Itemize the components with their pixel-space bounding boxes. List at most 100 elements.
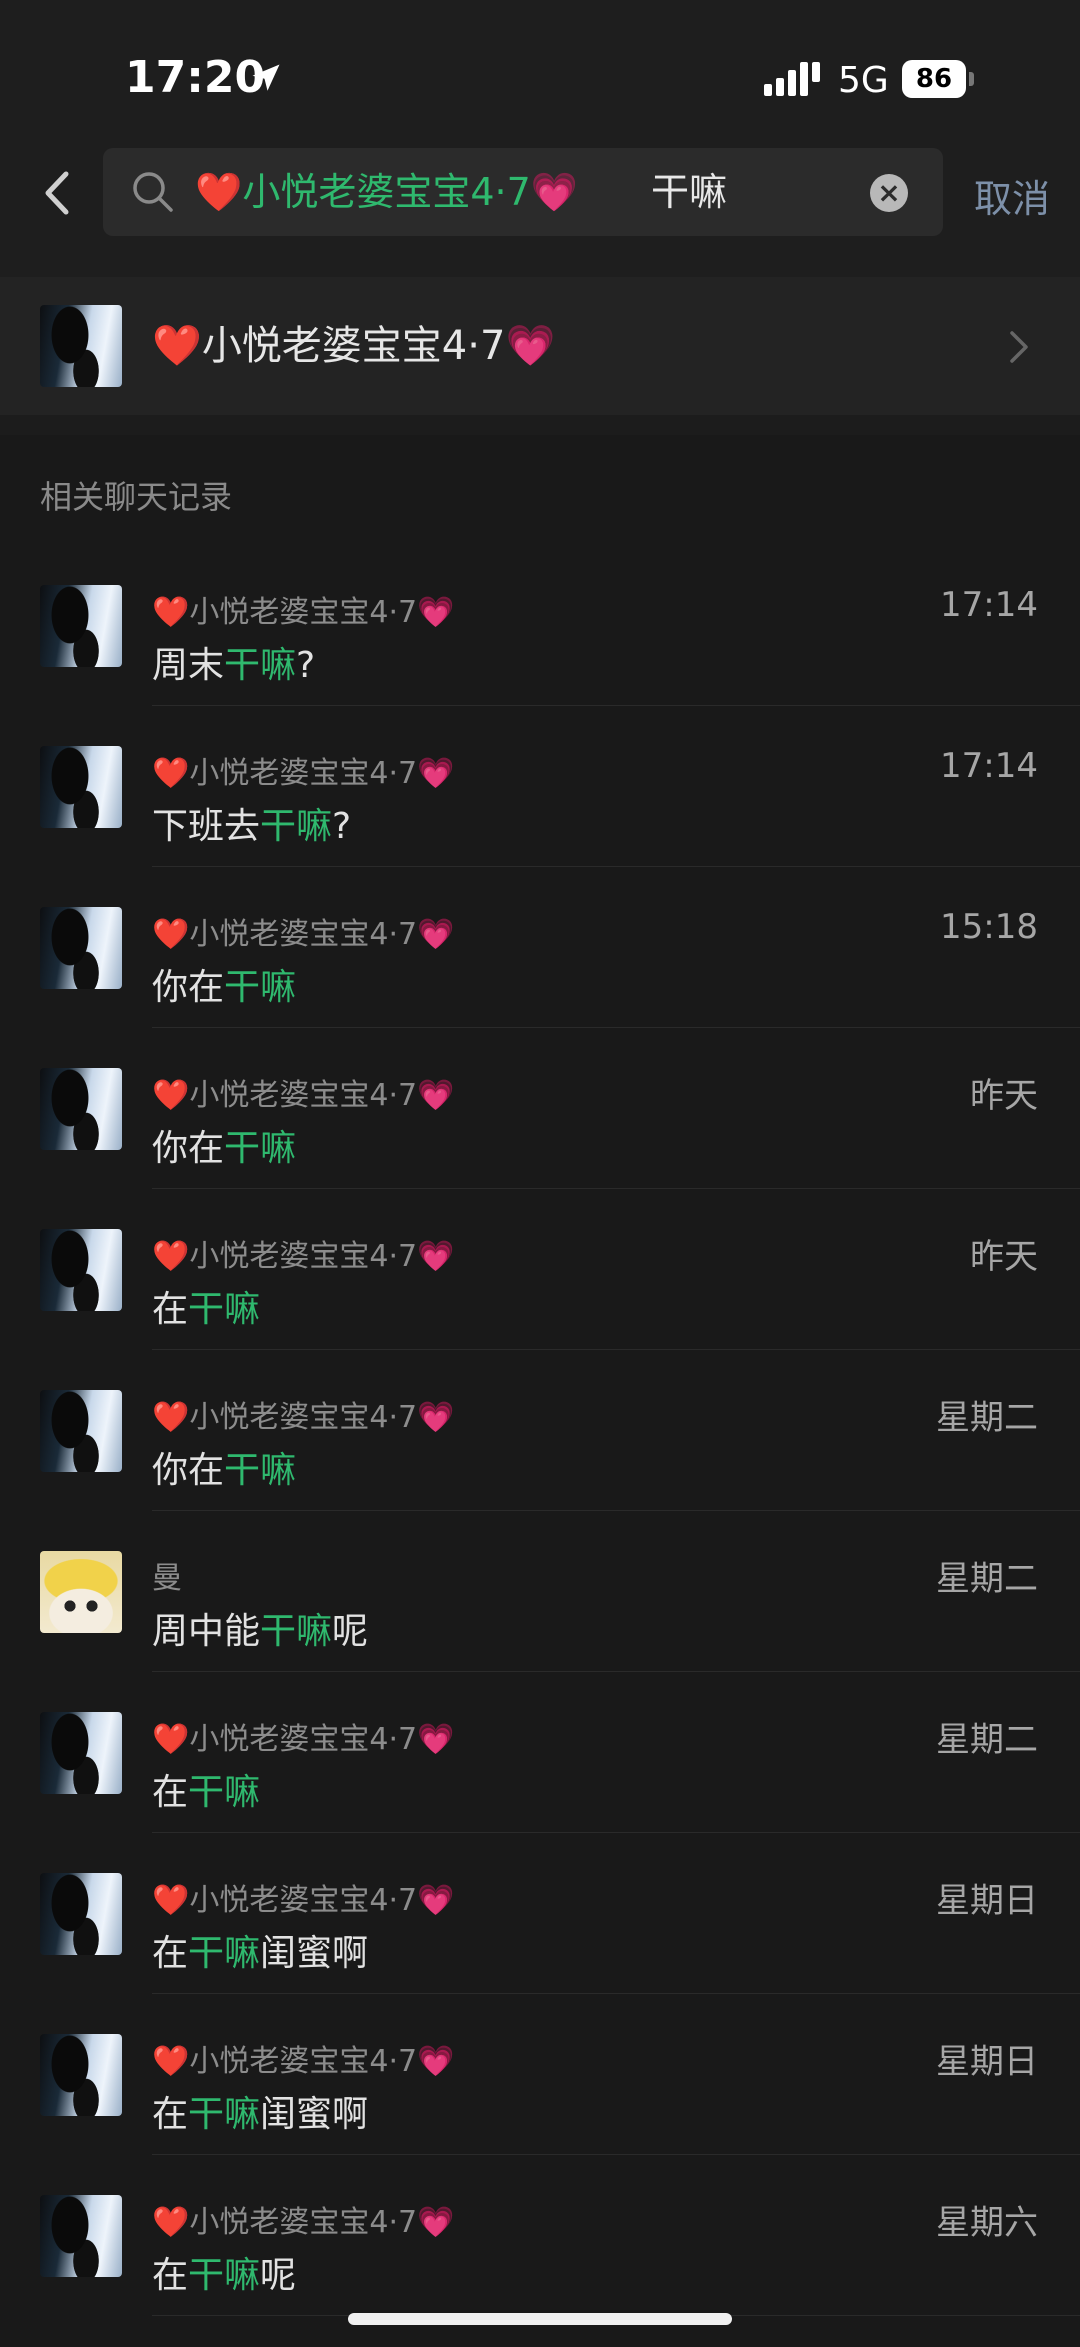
message-text-after: 闺蜜啊 — [260, 2094, 369, 2135]
network-type: 5G — [838, 60, 889, 101]
message-preview: 在干嘛闺蜜啊 — [152, 2085, 368, 2137]
red-heart-emoji: ❤️ — [152, 1722, 190, 1757]
message-text-before: 周中能 — [152, 1611, 261, 1652]
message-text-after: ? — [296, 645, 316, 686]
status-time: 17:20 — [125, 52, 266, 103]
message-match: 干嘛 — [224, 645, 297, 686]
section-separator — [0, 415, 1080, 435]
sender-name-text: 小悦老婆宝宝4·7 — [189, 595, 418, 630]
header: 17:20 5G 86 ❤️小悦老婆宝宝4·7💗 干嘛 × 取消 — [0, 0, 1080, 277]
list-item[interactable]: ❤️小悦老婆宝宝4·7💗 星期六 在干嘛呢 — [0, 2155, 1080, 2316]
red-heart-emoji: ❤️ — [152, 1400, 190, 1435]
list-item[interactable]: ❤️小悦老婆宝宝4·7💗 星期二 你在干嘛 — [0, 1350, 1080, 1511]
message-text-before: 你在 — [152, 967, 225, 1008]
cancel-button[interactable]: 取消 — [974, 168, 1050, 223]
sender-name-text: 小悦老婆宝宝4·7 — [189, 917, 418, 952]
pink-heart-emoji: 💗 — [417, 917, 455, 952]
signal-icon — [764, 62, 820, 96]
message-text-before: 你在 — [152, 1450, 225, 1491]
red-heart-emoji: ❤️ — [152, 1239, 190, 1274]
sender-name: ❤️小悦老婆宝宝4·7💗 — [152, 748, 454, 792]
avatar — [40, 2195, 122, 2277]
sender-name: ❤️小悦老婆宝宝4·7💗 — [152, 1714, 454, 1758]
sender-name: ❤️小悦老婆宝宝4·7💗 — [152, 1231, 454, 1275]
message-time: 星期六 — [936, 2203, 1038, 2243]
pink-heart-emoji: 💗 — [417, 1078, 455, 1113]
back-chevron-icon[interactable] — [40, 170, 76, 216]
avatar — [40, 1068, 122, 1150]
red-heart-emoji: ❤️ — [152, 323, 202, 369]
sender-name-text: 小悦老婆宝宝4·7 — [189, 1883, 418, 1918]
sender-name-text: 小悦老婆宝宝4·7 — [189, 2044, 418, 2079]
contact-result[interactable]: ❤️小悦老婆宝宝4·7💗 — [0, 277, 1080, 415]
avatar — [40, 746, 122, 828]
message-text-before: 下班去 — [152, 806, 261, 847]
message-match: 干嘛 — [188, 1772, 261, 1813]
message-text-before: 在 — [152, 1933, 189, 1974]
contact-filter-chip[interactable]: ❤️小悦老婆宝宝4·7💗 — [195, 148, 578, 236]
search-query[interactable]: 干嘛 — [651, 148, 727, 236]
pink-heart-emoji: 💗 — [505, 323, 556, 369]
message-preview: 你在干嘛 — [152, 1119, 296, 1171]
list-item[interactable]: 曼 星期二 周中能干嘛呢 — [0, 1511, 1080, 1672]
avatar — [40, 305, 122, 387]
list-item[interactable]: ❤️小悦老婆宝宝4·7💗 15:18 你在干嘛 — [0, 867, 1080, 1028]
sender-name: ❤️小悦老婆宝宝4·7💗 — [152, 1070, 454, 1114]
message-time: 昨天 — [970, 1076, 1038, 1116]
message-match: 干嘛 — [188, 1289, 261, 1330]
list-item[interactable]: ❤️小悦老婆宝宝4·7💗 17:14 周末干嘛? — [0, 545, 1080, 706]
message-preview: 在干嘛 — [152, 1763, 260, 1815]
message-time: 昨天 — [970, 1237, 1038, 1277]
chevron-right-icon — [1010, 331, 1028, 363]
list-item[interactable]: ❤️小悦老婆宝宝4·7💗 星期日 在干嘛闺蜜啊 — [0, 1833, 1080, 1994]
sender-name: ❤️小悦老婆宝宝4·7💗 — [152, 1875, 454, 1919]
sender-name: ❤️小悦老婆宝宝4·7💗 — [152, 587, 454, 631]
chip-name: 小悦老婆宝宝4·7 — [242, 170, 531, 214]
message-text-before: 在 — [152, 1289, 189, 1330]
list-item[interactable]: ❤️小悦老婆宝宝4·7💗 星期二 在干嘛 — [0, 1672, 1080, 1833]
message-preview: 你在干嘛 — [152, 958, 296, 1010]
message-text-after: 呢 — [260, 2255, 297, 2296]
message-match: 干嘛 — [188, 1933, 261, 1974]
message-match: 干嘛 — [224, 1450, 297, 1491]
list-item[interactable]: ❤️小悦老婆宝宝4·7💗 昨天 在干嘛 — [0, 1189, 1080, 1350]
message-text-before: 在 — [152, 2255, 189, 2296]
sender-name: ❤️小悦老婆宝宝4·7💗 — [152, 1392, 454, 1436]
clear-icon[interactable]: × — [870, 174, 908, 212]
message-time: 17:14 — [940, 746, 1038, 786]
sender-name-text: 小悦老婆宝宝4·7 — [189, 1078, 418, 1113]
sender-name-text: 小悦老婆宝宝4·7 — [189, 1239, 418, 1274]
message-time: 星期日 — [936, 2042, 1038, 2082]
list-item[interactable]: ❤️小悦老婆宝宝4·7💗 17:14 下班去干嘛? — [0, 706, 1080, 867]
message-text-after: 闺蜜啊 — [260, 1933, 369, 1974]
message-match: 干嘛 — [188, 2255, 261, 2296]
red-heart-emoji: ❤️ — [152, 917, 190, 952]
avatar — [40, 1229, 122, 1311]
avatar — [40, 1873, 122, 1955]
contact-name-text: 小悦老婆宝宝4·7 — [201, 323, 506, 369]
message-preview: 在干嘛呢 — [152, 2246, 296, 2298]
red-heart-emoji: ❤️ — [152, 756, 190, 791]
pink-heart-emoji: 💗 — [417, 1883, 455, 1918]
pink-heart-emoji: 💗 — [417, 2044, 455, 2079]
sender-name: ❤️小悦老婆宝宝4·7💗 — [152, 909, 454, 953]
message-text-before: 你在 — [152, 1128, 225, 1169]
search-icon — [133, 172, 173, 212]
sender-name: ❤️小悦老婆宝宝4·7💗 — [152, 2197, 454, 2241]
home-indicator[interactable] — [348, 2313, 732, 2325]
message-text-before: 在 — [152, 1772, 189, 1813]
battery-level: 86 — [915, 64, 953, 94]
section-title: 相关聊天记录 — [40, 478, 233, 516]
message-preview: 你在干嘛 — [152, 1441, 296, 1493]
message-preview: 下班去干嘛? — [152, 797, 351, 849]
red-heart-emoji: ❤️ — [152, 1883, 190, 1918]
list-item[interactable]: ❤️小悦老婆宝宝4·7💗 昨天 你在干嘛 — [0, 1028, 1080, 1189]
message-time: 星期日 — [936, 1881, 1038, 1921]
pink-heart-emoji: 💗 — [417, 1239, 455, 1274]
message-text-before: 在 — [152, 2094, 189, 2135]
location-arrow-icon — [252, 64, 280, 91]
message-match: 干嘛 — [260, 806, 333, 847]
list-item[interactable]: ❤️小悦老婆宝宝4·7💗 星期日 在干嘛闺蜜啊 — [0, 1994, 1080, 2155]
message-time: 星期二 — [936, 1720, 1038, 1760]
search-input[interactable]: ❤️小悦老婆宝宝4·7💗 干嘛 × — [103, 148, 943, 236]
